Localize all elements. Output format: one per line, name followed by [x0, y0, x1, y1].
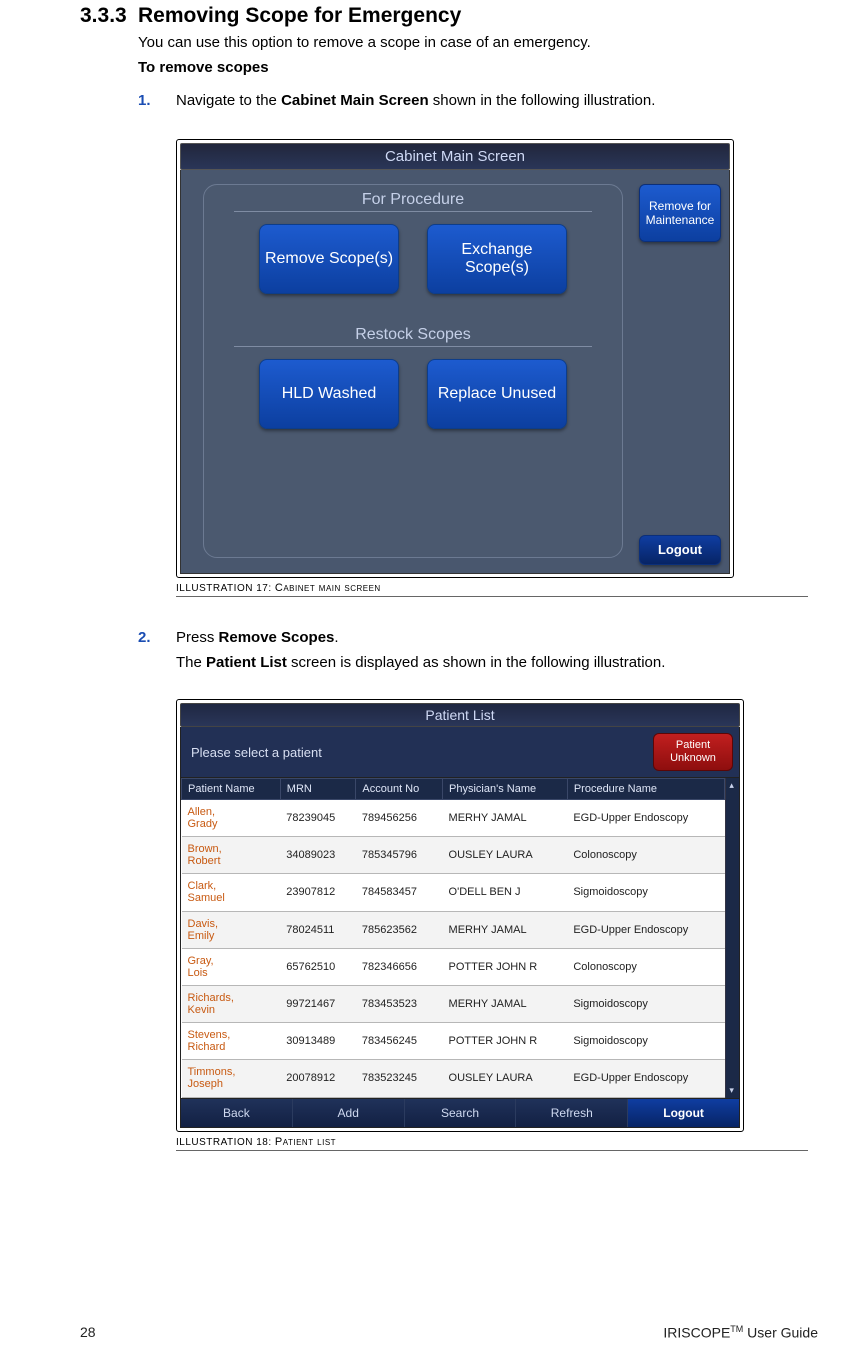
cabinet-title: Cabinet Main Screen: [180, 143, 730, 170]
table-row[interactable]: Davis, Emily78024511785623562MERHY JAMAL…: [182, 911, 725, 948]
table-cell: 784583457: [356, 874, 443, 911]
table-cell: 20078912: [280, 1060, 356, 1097]
step-number: 1.: [138, 92, 176, 109]
product-name: IRISCOPETM User Guide: [663, 1324, 818, 1341]
table-cell: EGD-Upper Endoscopy: [567, 1060, 724, 1097]
table-cell: 78239045: [280, 800, 356, 837]
page-footer: 28 IRISCOPETM User Guide: [80, 1324, 818, 1341]
section-heading: 3.3.3Removing Scope for Emergency: [80, 4, 808, 28]
step-number: 2.: [138, 629, 176, 646]
page-number: 28: [80, 1324, 96, 1341]
table-cell: 99721467: [280, 985, 356, 1022]
group-label-restock-scopes: Restock Scopes: [204, 320, 622, 346]
hld-washed-button[interactable]: HLD Washed: [259, 359, 399, 429]
patient-table: Patient Name MRN Account No Physician's …: [181, 778, 725, 1098]
table-cell: Sigmoidoscopy: [567, 874, 724, 911]
patient-unknown-button[interactable]: Patient Unknown: [653, 733, 733, 771]
table-cell: Brown, Robert: [182, 837, 281, 874]
table-cell: 785623562: [356, 911, 443, 948]
table-row[interactable]: Timmons, Joseph20078912783523245OUSLEY L…: [182, 1060, 725, 1097]
figure-caption: Illustration 17: Cabinet main screen: [176, 582, 808, 597]
section-intro: You can use this option to remove a scop…: [138, 34, 808, 51]
table-cell: 785345796: [356, 837, 443, 874]
table-row[interactable]: Stevens, Richard30913489783456245POTTER …: [182, 1023, 725, 1060]
table-cell: MERHY JAMAL: [443, 911, 568, 948]
patient-list-prompt: Please select a patient: [191, 745, 322, 760]
table-cell: Gray, Lois: [182, 948, 281, 985]
patient-list-title: Patient List: [180, 703, 740, 727]
col-patient-name[interactable]: Patient Name: [182, 779, 281, 800]
table-cell: O'DELL BEN J: [443, 874, 568, 911]
table-cell: OUSLEY LAURA: [443, 837, 568, 874]
table-cell: Colonoscopy: [567, 948, 724, 985]
table-cell: MERHY JAMAL: [443, 985, 568, 1022]
table-cell: EGD-Upper Endoscopy: [567, 800, 724, 837]
table-cell: 783456245: [356, 1023, 443, 1060]
add-button[interactable]: Add: [293, 1099, 405, 1127]
col-mrn[interactable]: MRN: [280, 779, 356, 800]
step-text: Navigate to the Cabinet Main Screen show…: [176, 90, 655, 111]
replace-unused-button[interactable]: Replace Unused: [427, 359, 567, 429]
table-cell: 34089023: [280, 837, 356, 874]
table-cell: POTTER JOHN R: [443, 1023, 568, 1060]
section-number: 3.3.3: [80, 4, 138, 28]
col-procedure-name[interactable]: Procedure Name: [567, 779, 724, 800]
remove-scopes-button[interactable]: Remove Scope(s): [259, 224, 399, 294]
table-cell: Timmons, Joseph: [182, 1060, 281, 1097]
table-cell: POTTER JOHN R: [443, 948, 568, 985]
table-cell: 783523245: [356, 1060, 443, 1097]
logout-button[interactable]: Logout: [639, 535, 721, 565]
table-row[interactable]: Clark, Samuel23907812784583457O'DELL BEN…: [182, 874, 725, 911]
table-cell: 30913489: [280, 1023, 356, 1060]
table-cell: Allen, Grady: [182, 800, 281, 837]
remove-for-maintenance-button[interactable]: Remove for Maintenance: [639, 184, 721, 242]
figure-caption: Illustration 18: Patient list: [176, 1136, 808, 1151]
figure-cabinet-main-screen: Cabinet Main Screen For Procedure Remove…: [176, 139, 808, 597]
step-follow-text: The Patient List screen is displayed as …: [176, 654, 808, 671]
scrollbar[interactable]: [725, 778, 739, 1098]
table-row[interactable]: Gray, Lois65762510782346656POTTER JOHN R…: [182, 948, 725, 985]
table-cell: Stevens, Richard: [182, 1023, 281, 1060]
logout-button[interactable]: Logout: [628, 1099, 739, 1127]
search-button[interactable]: Search: [405, 1099, 517, 1127]
table-cell: 782346656: [356, 948, 443, 985]
table-cell: 783453523: [356, 985, 443, 1022]
table-cell: 65762510: [280, 948, 356, 985]
section-subhead: To remove scopes: [138, 59, 808, 76]
refresh-button[interactable]: Refresh: [516, 1099, 628, 1127]
col-account-no[interactable]: Account No: [356, 779, 443, 800]
back-button[interactable]: Back: [181, 1099, 293, 1127]
table-row[interactable]: Richards, Kevin99721467783453523MERHY JA…: [182, 985, 725, 1022]
table-cell: 23907812: [280, 874, 356, 911]
group-label-for-procedure: For Procedure: [204, 185, 622, 211]
table-cell: 789456256: [356, 800, 443, 837]
exchange-scopes-button[interactable]: Exchange Scope(s): [427, 224, 567, 294]
table-cell: Davis, Emily: [182, 911, 281, 948]
table-cell: 78024511: [280, 911, 356, 948]
table-row[interactable]: Allen, Grady78239045789456256MERHY JAMAL…: [182, 800, 725, 837]
section-title: Removing Scope for Emergency: [138, 4, 461, 27]
table-cell: Sigmoidoscopy: [567, 985, 724, 1022]
table-cell: MERHY JAMAL: [443, 800, 568, 837]
table-row[interactable]: Brown, Robert34089023785345796OUSLEY LAU…: [182, 837, 725, 874]
table-cell: Clark, Samuel: [182, 874, 281, 911]
table-cell: Richards, Kevin: [182, 985, 281, 1022]
table-cell: EGD-Upper Endoscopy: [567, 911, 724, 948]
col-physician-name[interactable]: Physician's Name: [443, 779, 568, 800]
table-cell: Sigmoidoscopy: [567, 1023, 724, 1060]
step-text: Press Remove Scopes.: [176, 627, 339, 648]
table-cell: Colonoscopy: [567, 837, 724, 874]
table-cell: OUSLEY LAURA: [443, 1060, 568, 1097]
figure-patient-list: Patient List Please select a patient Pat…: [176, 699, 808, 1151]
